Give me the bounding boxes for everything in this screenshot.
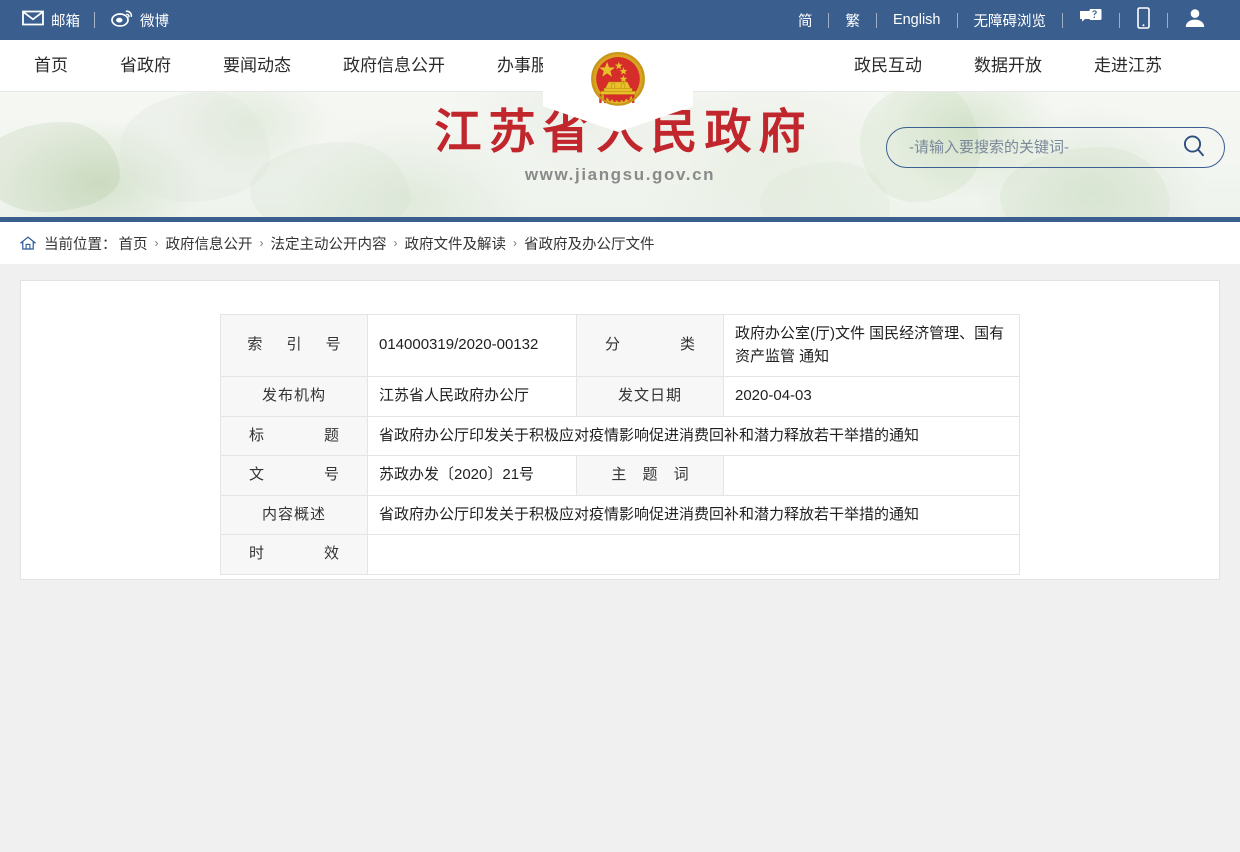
issue-date-label: 发文日期 [577,377,724,417]
search-box[interactable] [886,127,1225,168]
validity-label: 时 效 [221,535,368,575]
lang-english-link[interactable]: English [877,12,957,28]
decorative-leaf [120,92,270,202]
index-number-label: 索 引 号 [221,315,368,377]
weibo-label: 微博 [140,10,169,31]
lang-traditional-link[interactable]: 繁 [829,10,876,31]
nav-item-open-data[interactable]: 数据开放 [948,40,1068,92]
breadcrumb-item-2[interactable]: 政府信息公开 [166,233,253,254]
decorative-leaf [760,162,890,222]
title-label: 标 题 [221,416,368,456]
search-button[interactable] [1174,132,1214,163]
nav-right-group: 政民互动 数据开放 走进江苏 [828,40,1188,92]
breadcrumb-label: 当前位置： [44,233,117,254]
nav-item-interaction[interactable]: 政民互动 [828,40,948,92]
publisher-value: 江苏省人民政府办公厅 [368,377,577,417]
breadcrumb-item-1[interactable]: 首页 [119,233,148,254]
document-info-table: 索 引 号 014000319/2020-00132 分 类 政府办公室(厅)文… [220,314,1020,575]
document-card: 索 引 号 014000319/2020-00132 分 类 政府办公室(厅)文… [20,280,1220,580]
nav-item-provincial-government[interactable]: 省政府 [94,40,197,92]
nav-item-government-info-disclosure[interactable]: 政府信息公开 [317,40,471,92]
table-row: 标 题 省政府办公厅印发关于积极应对疫情影响促进消费回补和潜力释放若干举措的通知 [221,416,1020,456]
issue-date-value: 2020-04-03 [724,377,1020,417]
help-chat-button[interactable] [1063,8,1119,32]
nav-item-home[interactable]: 首页 [8,40,94,92]
search-icon [1180,132,1208,163]
user-account-button[interactable] [1168,7,1222,33]
summary-value: 省政府办公厅印发关于积极应对疫情影响促进消费回补和潜力释放若干举措的通知 [368,495,1020,535]
document-number-label: 文 号 [221,456,368,496]
table-row: 索 引 号 014000319/2020-00132 分 类 政府办公室(厅)文… [221,315,1020,377]
search-input[interactable] [907,138,1174,157]
table-row: 内容概述 省政府办公厅印发关于积极应对疫情影响促进消费回补和潜力释放若干举措的通… [221,495,1020,535]
breadcrumb-item-3[interactable]: 法定主动公开内容 [271,233,387,254]
nav-item-news[interactable]: 要闻动态 [197,40,317,92]
index-number-value: 014000319/2020-00132 [368,315,577,377]
mail-icon [22,10,44,30]
breadcrumb-separator: › [513,236,517,250]
summary-label: 内容概述 [221,495,368,535]
mail-label: 邮箱 [51,10,80,31]
keywords-value [724,456,1020,496]
home-icon [20,236,36,251]
weibo-icon [111,9,133,31]
breadcrumb-separator: › [260,236,264,250]
main-navigation: 首页 省政府 要闻动态 政府信息公开 办事服务 政民互动 数据开放 走进江苏 [0,40,1240,92]
top-utility-bar: 邮箱 微博 简 繁 English 无障碍浏览 [0,0,1240,40]
breadcrumb: 当前位置： 首页 › 政府信息公开 › 法定主动公开内容 › 政府文件及解读 ›… [0,222,1240,264]
national-emblem-icon [579,43,657,126]
mobile-icon [1136,7,1151,33]
site-url: www.jiangsu.gov.cn [0,165,1240,185]
nav-left-group: 首页 省政府 要闻动态 政府信息公开 办事服务 [8,40,591,92]
keywords-label: 主 题 词 [577,456,724,496]
topbar-left-group: 邮箱 微博 [22,9,183,31]
breadcrumb-item-5[interactable]: 省政府及办公厅文件 [524,233,655,254]
user-icon [1184,7,1206,33]
validity-value [368,535,1020,575]
breadcrumb-separator: › [155,236,159,250]
page-body: 索 引 号 014000319/2020-00132 分 类 政府办公室(厅)文… [0,264,1240,852]
category-value: 政府办公室(厅)文件 国民经济管理、国有资产监管 通知 [724,315,1020,377]
mobile-site-button[interactable] [1120,7,1167,33]
topbar-right-group: 简 繁 English 无障碍浏览 [782,7,1222,33]
table-row: 发布机构 江苏省人民政府办公厅 发文日期 2020-04-03 [221,377,1020,417]
decorative-leaf [0,122,120,212]
document-number-value: 苏政办发〔2020〕21号 [368,456,577,496]
publisher-label: 发布机构 [221,377,368,417]
category-label: 分 类 [577,315,724,377]
breadcrumb-item-4[interactable]: 政府文件及解读 [405,233,507,254]
breadcrumb-separator: › [394,236,398,250]
nav-item-about-jiangsu[interactable]: 走进江苏 [1068,40,1188,92]
weibo-link[interactable]: 微博 [95,9,183,31]
table-row: 文 号 苏政办发〔2020〕21号 主 题 词 [221,456,1020,496]
title-value: 省政府办公厅印发关于积极应对疫情影响促进消费回补和潜力释放若干举措的通知 [368,416,1020,456]
lang-simplified-link[interactable]: 简 [782,10,829,31]
accessibility-link[interactable]: 无障碍浏览 [958,10,1063,31]
mail-link[interactable]: 邮箱 [22,10,94,31]
decorative-leaf [250,142,410,222]
table-row: 时 效 [221,535,1020,575]
help-chat-icon [1079,8,1103,32]
